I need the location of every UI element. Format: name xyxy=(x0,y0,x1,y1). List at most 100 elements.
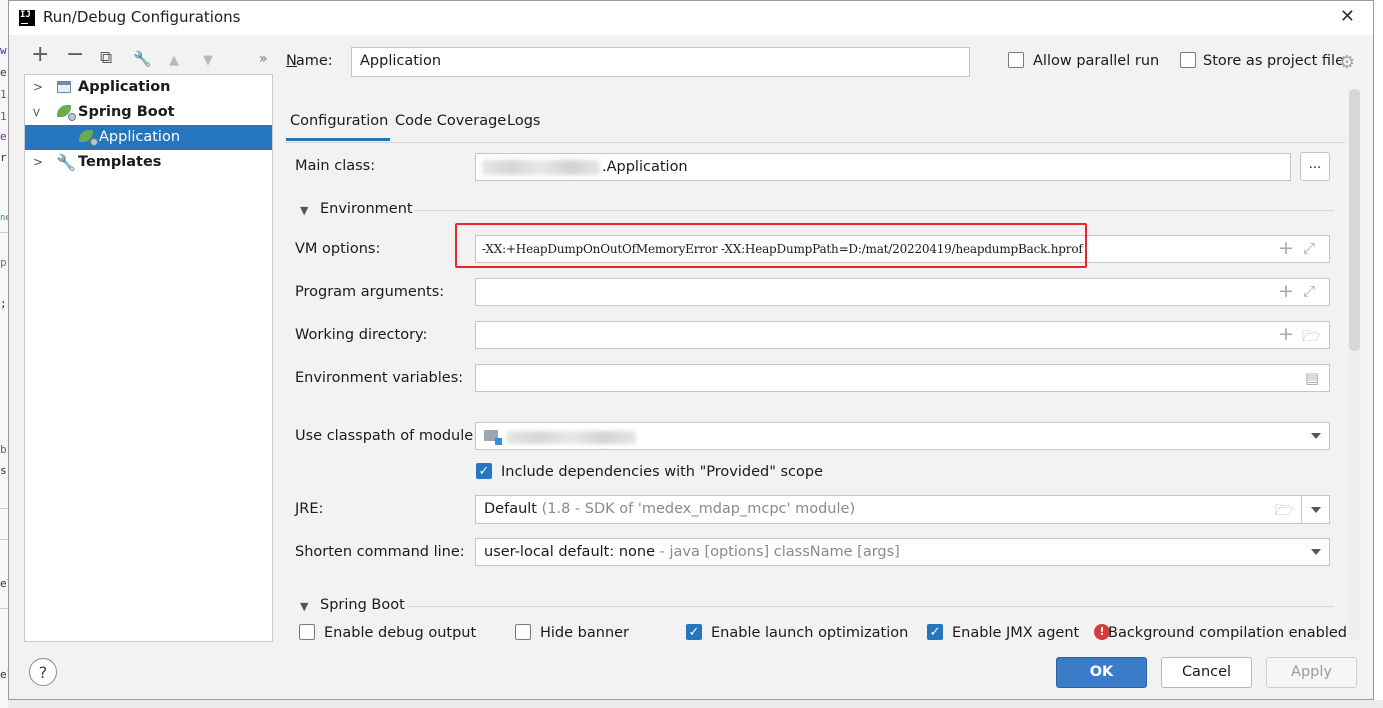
chevron-down-icon[interactable]: > xyxy=(24,107,49,117)
enable-launch-optimization-checkbox[interactable]: ✓ xyxy=(686,624,702,640)
remove-icon[interactable]: − xyxy=(66,44,84,66)
section-collapse-icon[interactable]: ▼ xyxy=(300,600,308,613)
expand-icon[interactable]: ⤢ xyxy=(1303,282,1315,300)
bg-char: s xyxy=(0,464,7,477)
shorten-hint: - java [options] className [args] xyxy=(659,544,900,560)
working-directory-label: Working directory: xyxy=(295,327,428,343)
spring-boot-icon xyxy=(57,105,76,121)
main-class-browse-button[interactable]: ... xyxy=(1300,152,1330,181)
wrench-icon: 🔧 xyxy=(56,153,76,172)
dropdown-divider xyxy=(1301,496,1302,523)
window-title: Run/Debug Configurations xyxy=(43,8,241,26)
store-as-project-file-checkbox[interactable] xyxy=(1180,52,1196,68)
configuration-panel xyxy=(286,142,1345,643)
section-divider xyxy=(414,210,1334,211)
module-icon xyxy=(484,430,502,445)
bg-char: 1 xyxy=(0,110,7,123)
environment-section-title[interactable]: Environment xyxy=(320,201,413,217)
help-button[interactable]: ? xyxy=(29,658,57,686)
add-icon[interactable]: + xyxy=(31,44,49,66)
document-icon[interactable]: ▤ xyxy=(1305,369,1319,387)
shorten-command-line-label: Shorten command line: xyxy=(295,544,465,560)
tab-configuration[interactable]: Configuration xyxy=(290,113,388,129)
jre-hint: (1.8 - SDK of 'medex_mdap_mcpc' module) xyxy=(541,501,856,517)
bg-char: r xyxy=(0,151,7,164)
run-debug-dialog: IJ Run/Debug Configurations ✕ + − ⧉ 🔧 ▲ … xyxy=(8,0,1374,700)
expand-icon[interactable]: ⤢ xyxy=(1303,239,1315,257)
dropdown-arrow-icon[interactable] xyxy=(1311,549,1321,555)
include-dependencies-checkbox[interactable]: ✓ xyxy=(476,463,492,479)
working-directory-input[interactable]: + 🗁 xyxy=(475,321,1330,349)
active-tab-indicator xyxy=(286,138,390,141)
copy-icon[interactable]: ⧉ xyxy=(100,48,112,68)
shorten-value-text: user-local default: none xyxy=(484,544,656,560)
name-input-value: Application xyxy=(360,53,442,69)
bg-char: 1 xyxy=(0,88,7,101)
spring-boot-icon xyxy=(79,130,98,146)
more-icon[interactable]: » xyxy=(259,49,268,69)
tree-item-templates[interactable]: > 🔧 Templates xyxy=(25,150,272,175)
folder-icon[interactable]: 🗁 xyxy=(1302,326,1321,351)
background-compilation-label: Background compilation enabled xyxy=(1108,625,1347,641)
apply-button[interactable]: Apply xyxy=(1266,657,1357,688)
ok-button[interactable]: OK xyxy=(1056,657,1147,688)
intellij-logo-icon: IJ xyxy=(19,10,35,26)
name-label: Name: xyxy=(286,53,333,69)
spring-boot-section-title[interactable]: Spring Boot xyxy=(320,597,405,613)
wrench-icon[interactable]: 🔧 xyxy=(133,49,152,69)
tab-code-coverage[interactable]: Code Coverage xyxy=(395,113,506,129)
gear-icon[interactable]: ⚙ xyxy=(1339,52,1355,73)
bg-char: w xyxy=(0,44,7,57)
main-class-value: .Application xyxy=(602,159,688,175)
classpath-module-dropdown[interactable] xyxy=(475,422,1330,450)
allow-parallel-run-checkbox[interactable] xyxy=(1008,52,1024,68)
scrollbar-thumb[interactable] xyxy=(1349,89,1360,351)
program-arguments-label: Program arguments: xyxy=(295,284,445,300)
main-class-input[interactable]: .Application xyxy=(475,153,1291,181)
title-bar: IJ Run/Debug Configurations ✕ xyxy=(9,1,1373,35)
close-icon[interactable]: ✕ xyxy=(1340,6,1355,27)
shorten-command-line-dropdown[interactable]: user-local default: none - java [options… xyxy=(475,538,1330,566)
shorten-command-line-value: user-local default: none - java [options… xyxy=(484,544,900,560)
chevron-right-icon[interactable]: > xyxy=(33,75,43,100)
tree-item-application[interactable]: > Application xyxy=(25,75,272,100)
environment-variables-input[interactable]: ▤ xyxy=(475,364,1330,392)
section-divider xyxy=(409,606,1334,607)
dropdown-arrow-icon[interactable] xyxy=(1311,433,1321,439)
folder-icon[interactable]: 🗁 xyxy=(1275,500,1294,525)
jre-dropdown[interactable]: Default (1.8 - SDK of 'medex_mdap_mcpc' … xyxy=(475,495,1330,524)
tree-item-spring-boot[interactable]: > Spring Boot xyxy=(25,100,272,125)
chevron-right-icon[interactable]: > xyxy=(33,150,43,175)
jre-value-text: Default xyxy=(484,501,537,517)
move-up-icon[interactable]: ▲ xyxy=(169,51,179,71)
bg-char: e xyxy=(0,66,7,79)
hide-banner-checkbox[interactable] xyxy=(515,624,531,640)
tree-item-spring-application[interactable]: Application xyxy=(25,125,272,150)
bg-char: ; xyxy=(0,297,7,310)
main-class-label: Main class: xyxy=(295,158,376,174)
add-icon[interactable]: + xyxy=(1278,237,1294,259)
add-icon[interactable]: + xyxy=(1278,280,1294,302)
application-icon xyxy=(57,81,71,93)
redacted-text xyxy=(482,160,600,175)
bg-char: e xyxy=(0,130,7,143)
environment-variables-label: Environment variables: xyxy=(295,370,464,386)
tree-item-label: Application xyxy=(99,129,181,145)
cancel-button[interactable]: Cancel xyxy=(1161,657,1252,688)
add-icon[interactable]: + xyxy=(1278,323,1294,345)
program-arguments-input[interactable]: + ⤢ xyxy=(475,278,1330,306)
enable-jmx-agent-checkbox[interactable]: ✓ xyxy=(927,624,943,640)
classpath-module-label: Use classpath of module: xyxy=(295,428,479,444)
move-down-icon[interactable]: ▼ xyxy=(203,51,213,71)
name-input[interactable]: Application xyxy=(351,47,970,77)
tab-logs[interactable]: Logs xyxy=(507,113,540,129)
jre-value: Default (1.8 - SDK of 'medex_mdap_mcpc' … xyxy=(484,501,855,517)
enable-debug-output-checkbox[interactable] xyxy=(299,624,315,640)
bg-divider xyxy=(0,608,8,609)
section-collapse-icon[interactable]: ▼ xyxy=(300,204,308,217)
enable-jmx-agent-label: Enable JMX agent xyxy=(952,625,1080,641)
enable-debug-output-label: Enable debug output xyxy=(324,625,477,641)
name-label-text: ame: xyxy=(295,53,333,69)
jre-label: JRE: xyxy=(295,501,324,517)
dropdown-arrow-icon[interactable] xyxy=(1311,507,1321,513)
